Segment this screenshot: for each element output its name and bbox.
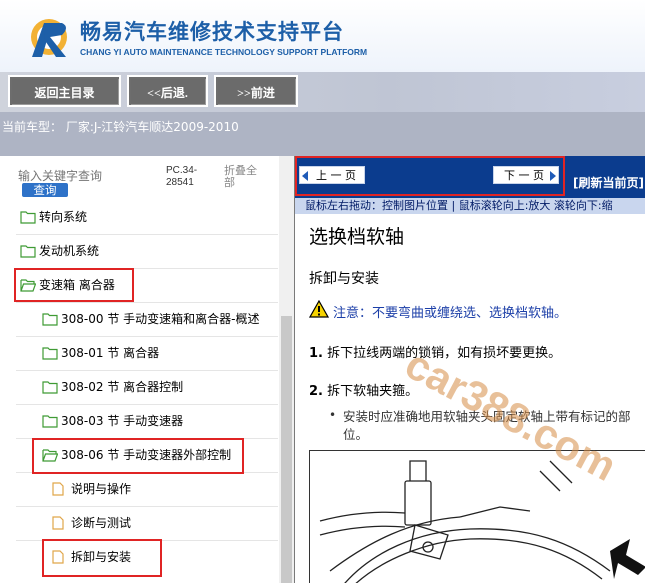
tree-scrollbar-thumb[interactable]: [281, 316, 292, 583]
highlight-box: [42, 539, 162, 577]
pc-code: PC.34-28541: [166, 165, 198, 188]
tree-item-label: 308-00 节 手动变速箱和离合器-概述: [61, 312, 260, 326]
search-area: 查询 PC.34-28541 折叠全部: [0, 156, 294, 202]
zoom-hint-bar: 鼠标左右拖动：控制图片位置 | 鼠标滚轮向上:放大 滚轮向下:缩: [295, 198, 645, 214]
tree-item-label: 308-03 节 手动变速器: [61, 414, 184, 428]
document-view[interactable]: 选换档软轴 拆卸与安装 注意：不要弯曲或缠绕选、选换档软轴。 1. 拆下拉线两端…: [295, 214, 645, 583]
step-number: 1.: [309, 346, 323, 361]
folder-icon: [42, 415, 58, 428]
folder-icon: [42, 347, 58, 360]
app-title: 畅易汽车维修技术支持平台: [80, 20, 344, 44]
tree-divider: [16, 234, 278, 235]
highlight-box: [295, 156, 565, 196]
tree-item-label: 308-01 节 离合器: [61, 346, 160, 360]
search-input[interactable]: [18, 168, 138, 184]
refresh-page-link[interactable]: [刷新当前页]: [573, 174, 644, 191]
warning-text: 注意：不要弯曲或缠绕选、选换档软轴。: [333, 306, 568, 321]
folder-icon: [20, 211, 36, 224]
bullet-text: 安装时应准确地用软轴夹头固定软轴上带有标记的部位。: [343, 409, 631, 442]
tree-item-label: 发动机系统: [39, 244, 100, 258]
doc-title: 选换档软轴: [309, 226, 405, 248]
bullet-dot: •: [329, 408, 337, 422]
tree-item-label: 说明与操作: [71, 482, 132, 496]
tree-item-label: 转向系统: [39, 210, 88, 224]
tree-divider: [16, 506, 278, 507]
car-model-bar: 当前车型： 厂家:J-江铃汽车顺达2009-2010: [0, 112, 645, 156]
app-subtitle: CHANG YI AUTO MAINTENANCE TECHNOLOGY SUP…: [80, 47, 368, 57]
back-button[interactable]: <<后退.: [127, 75, 208, 107]
warning-icon: [309, 300, 329, 318]
folder-icon: [42, 381, 58, 394]
page-icon: [52, 516, 64, 530]
page-icon: [52, 482, 64, 496]
tree-divider: [16, 336, 278, 337]
home-button[interactable]: 返回主目录: [8, 75, 121, 107]
app-header: 畅易汽车维修技术支持平台 CHANG YI AUTO MAINTENANCE T…: [0, 0, 645, 72]
doc-subtitle: 拆卸与安装: [309, 271, 379, 287]
step-text: 拆下软轴夹箍。: [327, 384, 419, 399]
main-toolbar: 返回主目录 <<后退. >>前进: [0, 72, 645, 112]
search-button[interactable]: 查询: [22, 183, 68, 197]
tree-item-label: 诊断与测试: [71, 516, 132, 530]
forward-button[interactable]: >>前进: [214, 75, 298, 107]
folder-icon: [42, 313, 58, 326]
step-1: 1. 拆下拉线两端的锁销，如有损坏要更换。: [309, 342, 561, 361]
content-panel: 上 一 页 下 一 页 [刷新当前页] 鼠标左右拖动：控制图片位置 | 鼠标滚轮…: [295, 156, 645, 583]
tree-divider: [16, 370, 278, 371]
tree-panel: 查询 PC.34-28541 折叠全部 转向系统 发动机系统 变速箱 离合器 3…: [0, 156, 294, 583]
tree-divider: [16, 404, 278, 405]
tree-divider: [16, 302, 278, 303]
tree-item-label: 308-02 节 离合器控制: [61, 380, 184, 394]
step-text: 拆下拉线两端的锁销，如有损坏要更换。: [327, 346, 562, 361]
step-2: 2. 拆下软轴夹箍。: [309, 380, 418, 399]
logo-icon: [31, 19, 67, 57]
doc-figure: [309, 450, 645, 583]
step-number: 2.: [309, 384, 323, 399]
cable-illustration: [319, 460, 645, 583]
car-model-text: 当前车型： 厂家:J-江铃汽车顺达2009-2010: [2, 120, 239, 134]
collapse-all-link[interactable]: 折叠全部: [224, 165, 264, 189]
highlight-box: [14, 268, 134, 302]
highlight-box: [32, 438, 244, 474]
folder-icon: [20, 245, 36, 258]
